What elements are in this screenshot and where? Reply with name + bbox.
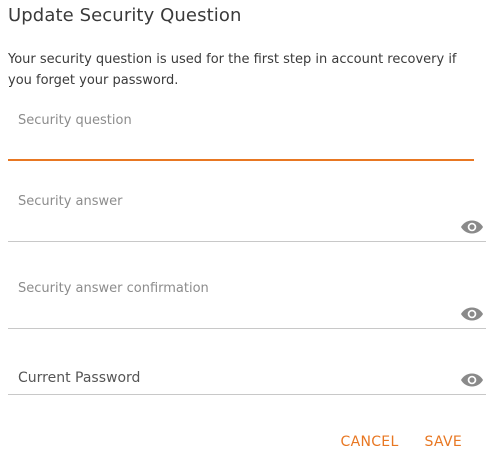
eye-icon[interactable] <box>460 306 484 322</box>
security-question-label: Security question <box>18 113 132 128</box>
dialog-actions: CANCEL SAVE <box>341 434 463 450</box>
security-answer-label: Security answer <box>18 194 123 209</box>
save-button[interactable]: SAVE <box>425 434 462 450</box>
cancel-button[interactable]: CANCEL <box>341 434 399 450</box>
security-answer-field[interactable]: Security answer <box>8 192 486 244</box>
current-password-label: Current Password <box>18 370 141 386</box>
current-password-underline <box>8 394 486 395</box>
security-answer-confirmation-label: Security answer confirmation <box>18 281 209 296</box>
security-question-field[interactable]: Security question <box>8 110 486 162</box>
security-question-underline <box>8 159 474 161</box>
security-answer-confirmation-underline <box>8 328 486 329</box>
dialog-title: Update Security Question <box>8 5 242 26</box>
security-answer-underline <box>8 241 486 242</box>
current-password-field[interactable]: Current Password <box>8 369 486 397</box>
eye-icon[interactable] <box>460 372 484 388</box>
dialog-description: Your security question is used for the f… <box>8 52 457 88</box>
eye-icon[interactable] <box>460 219 484 235</box>
update-security-question-dialog: Update Security Question Your security q… <box>0 0 486 461</box>
security-answer-confirmation-field[interactable]: Security answer confirmation <box>8 279 486 331</box>
